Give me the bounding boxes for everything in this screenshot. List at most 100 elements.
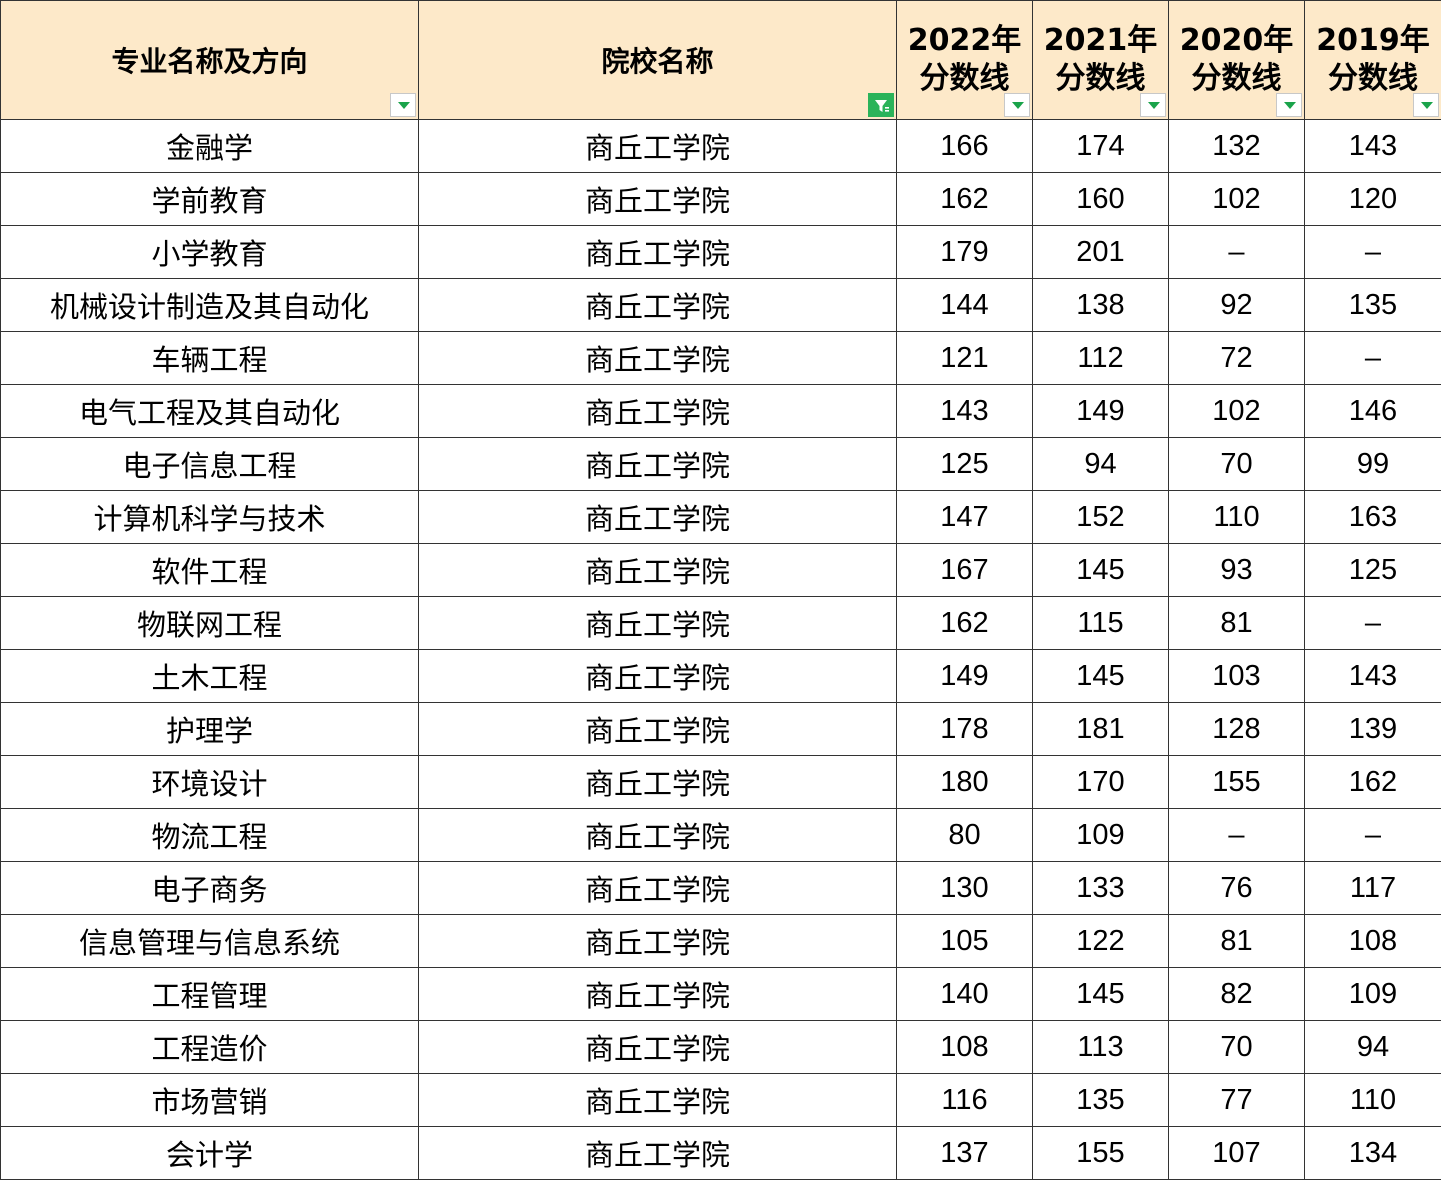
cell-score-2020[interactable]: 102 — [1168, 172, 1305, 226]
cell-score-2019[interactable]: 135 — [1304, 278, 1441, 332]
cell-score-2019[interactable]: 143 — [1304, 119, 1441, 173]
cell-school[interactable]: 商丘工学院 — [418, 808, 897, 862]
cell-school[interactable]: 商丘工学院 — [418, 119, 897, 173]
table-row[interactable]: 金融学 商丘工学院 166 174 132 143 — [0, 119, 1441, 173]
header-major[interactable]: 专业名称及方向 — [0, 0, 419, 120]
cell-school[interactable]: 商丘工学院 — [418, 490, 897, 544]
header-year-2022[interactable]: 2022年 分数线 — [896, 0, 1033, 120]
school-filter-active[interactable] — [868, 93, 894, 117]
cell-score-2022[interactable]: 125 — [896, 437, 1033, 491]
cell-score-2020[interactable]: 70 — [1168, 437, 1305, 491]
cell-school[interactable]: 商丘工学院 — [418, 384, 897, 438]
table-row[interactable]: 电子信息工程 商丘工学院 125 94 70 99 — [0, 437, 1441, 491]
cell-major[interactable]: 市场营销 — [0, 1073, 419, 1127]
cell-score-2022[interactable]: 149 — [896, 649, 1033, 703]
cell-score-2022[interactable]: 116 — [896, 1073, 1033, 1127]
cell-score-2020[interactable]: – — [1168, 808, 1305, 862]
cell-school[interactable]: 商丘工学院 — [418, 1020, 897, 1074]
cell-school[interactable]: 商丘工学院 — [418, 278, 897, 332]
cell-score-2020[interactable]: 77 — [1168, 1073, 1305, 1127]
cell-major[interactable]: 计算机科学与技术 — [0, 490, 419, 544]
cell-score-2021[interactable]: 152 — [1032, 490, 1169, 544]
table-row[interactable]: 物联网工程 商丘工学院 162 115 81– — [0, 596, 1441, 650]
table-row[interactable]: 环境设计 商丘工学院 180 170 155 162 — [0, 755, 1441, 809]
cell-score-2022[interactable]: 137 — [896, 1126, 1033, 1180]
cell-school[interactable]: 商丘工学院 — [418, 1073, 897, 1127]
table-row[interactable]: 工程造价 商丘工学院 108 113 70 94 — [0, 1020, 1441, 1074]
cell-score-2021[interactable]: 170 — [1032, 755, 1169, 809]
cell-school[interactable]: 商丘工学院 — [418, 649, 897, 703]
cell-score-2020[interactable]: 102 — [1168, 384, 1305, 438]
header-year-2020[interactable]: 2020年 分数线 — [1168, 0, 1305, 120]
cell-score-2022[interactable]: 80 — [896, 808, 1033, 862]
cell-score-2021[interactable]: 201 — [1032, 225, 1169, 279]
table-row[interactable]: 护理学 商丘工学院 178 181 128 139 — [0, 702, 1441, 756]
cell-major[interactable]: 土木工程 — [0, 649, 419, 703]
cell-major[interactable]: 工程造价 — [0, 1020, 419, 1074]
cell-score-2022[interactable]: 178 — [896, 702, 1033, 756]
cell-score-2019[interactable]: 139 — [1304, 702, 1441, 756]
cell-score-2020[interactable]: 93 — [1168, 543, 1305, 597]
cell-score-2021[interactable]: 94 — [1032, 437, 1169, 491]
cell-score-2020[interactable]: – — [1168, 225, 1305, 279]
cell-score-2022[interactable]: 105 — [896, 914, 1033, 968]
cell-score-2020[interactable]: 81 — [1168, 596, 1305, 650]
cell-score-2019[interactable]: 120 — [1304, 172, 1441, 226]
cell-score-2021[interactable]: 135 — [1032, 1073, 1169, 1127]
cell-major[interactable]: 软件工程 — [0, 543, 419, 597]
cell-score-2021[interactable]: 181 — [1032, 702, 1169, 756]
cell-school[interactable]: 商丘工学院 — [418, 596, 897, 650]
header-year-2019[interactable]: 2019年 分数线 — [1304, 0, 1441, 120]
table-row[interactable]: 车辆工程 商丘工学院 121 112 72– — [0, 331, 1441, 385]
year-2020-filter-dropdown[interactable] — [1276, 93, 1302, 117]
cell-score-2020[interactable]: 132 — [1168, 119, 1305, 173]
cell-score-2019[interactable]: 125 — [1304, 543, 1441, 597]
cell-score-2021[interactable]: 115 — [1032, 596, 1169, 650]
cell-score-2022[interactable]: 162 — [896, 596, 1033, 650]
cell-score-2021[interactable]: 155 — [1032, 1126, 1169, 1180]
cell-score-2022[interactable]: 121 — [896, 331, 1033, 385]
cell-major[interactable]: 机械设计制造及其自动化 — [0, 278, 419, 332]
cell-score-2021[interactable]: 149 — [1032, 384, 1169, 438]
cell-major[interactable]: 信息管理与信息系统 — [0, 914, 419, 968]
table-row[interactable]: 工程管理 商丘工学院 140 145 82 109 — [0, 967, 1441, 1021]
cell-score-2021[interactable]: 112 — [1032, 331, 1169, 385]
table-row[interactable]: 电子商务 商丘工学院 130 133 76 117 — [0, 861, 1441, 915]
table-row[interactable]: 会计学 商丘工学院 137 155 107 134 — [0, 1126, 1441, 1180]
year-2019-filter-dropdown[interactable] — [1413, 93, 1439, 117]
cell-score-2022[interactable]: 180 — [896, 755, 1033, 809]
cell-score-2020[interactable]: 82 — [1168, 967, 1305, 1021]
cell-score-2019[interactable]: 163 — [1304, 490, 1441, 544]
cell-score-2021[interactable]: 174 — [1032, 119, 1169, 173]
cell-major[interactable]: 电气工程及其自动化 — [0, 384, 419, 438]
cell-score-2021[interactable]: 145 — [1032, 649, 1169, 703]
cell-major[interactable]: 电子商务 — [0, 861, 419, 915]
cell-school[interactable]: 商丘工学院 — [418, 225, 897, 279]
cell-score-2019[interactable]: – — [1304, 331, 1441, 385]
cell-score-2020[interactable]: 70 — [1168, 1020, 1305, 1074]
cell-score-2020[interactable]: 72 — [1168, 331, 1305, 385]
cell-score-2021[interactable]: 109 — [1032, 808, 1169, 862]
cell-score-2020[interactable]: 107 — [1168, 1126, 1305, 1180]
cell-major[interactable]: 物联网工程 — [0, 596, 419, 650]
cell-school[interactable]: 商丘工学院 — [418, 331, 897, 385]
cell-score-2019[interactable]: 108 — [1304, 914, 1441, 968]
cell-major[interactable]: 环境设计 — [0, 755, 419, 809]
table-row[interactable]: 计算机科学与技术 商丘工学院 147 152 110 163 — [0, 490, 1441, 544]
table-row[interactable]: 小学教育 商丘工学院 179 201– – — [0, 225, 1441, 279]
table-row[interactable]: 电气工程及其自动化 商丘工学院 143 149 102 146 — [0, 384, 1441, 438]
cell-score-2022[interactable]: 167 — [896, 543, 1033, 597]
cell-score-2020[interactable]: 81 — [1168, 914, 1305, 968]
cell-score-2022[interactable]: 166 — [896, 119, 1033, 173]
cell-score-2021[interactable]: 122 — [1032, 914, 1169, 968]
cell-score-2019[interactable]: 162 — [1304, 755, 1441, 809]
cell-school[interactable]: 商丘工学院 — [418, 172, 897, 226]
cell-school[interactable]: 商丘工学院 — [418, 543, 897, 597]
table-row[interactable]: 学前教育 商丘工学院 162 160 102 120 — [0, 172, 1441, 226]
cell-score-2019[interactable]: 99 — [1304, 437, 1441, 491]
table-row[interactable]: 物流工程 商丘工学院 80 109– – — [0, 808, 1441, 862]
cell-score-2020[interactable]: 76 — [1168, 861, 1305, 915]
cell-score-2022[interactable]: 144 — [896, 278, 1033, 332]
cell-score-2019[interactable]: – — [1304, 596, 1441, 650]
cell-score-2019[interactable]: 143 — [1304, 649, 1441, 703]
